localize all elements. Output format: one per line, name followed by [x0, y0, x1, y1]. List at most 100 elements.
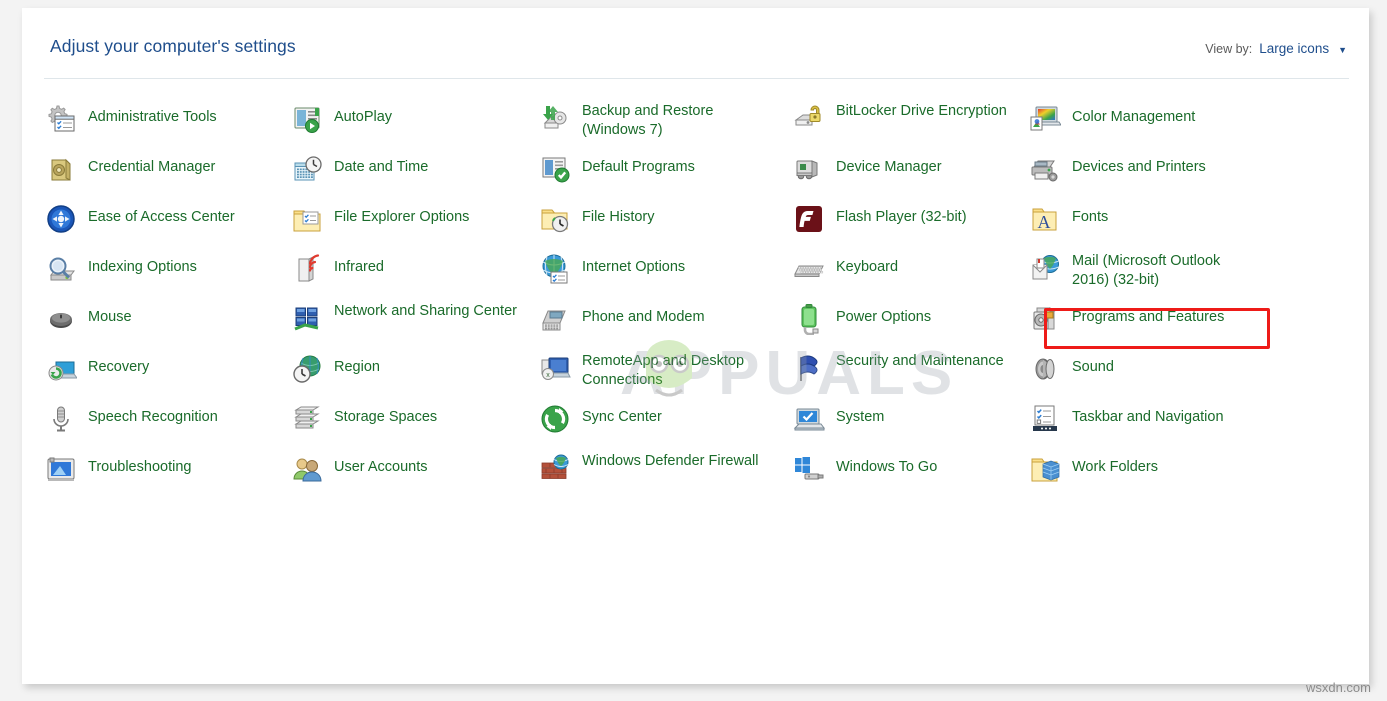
control-panel-item-label: Windows Defender Firewall [582, 452, 758, 471]
recovery-icon [44, 352, 78, 386]
page-title: Adjust your computer's settings [50, 36, 296, 57]
control-panel-item-label: Recovery [88, 352, 149, 377]
control-panel-item[interactable]: Programs and Features [1028, 300, 1308, 350]
control-panel-item-label: Backup and Restore (Windows 7) [582, 102, 767, 140]
control-panel-item[interactable]: Taskbar and Navigation [1028, 400, 1308, 450]
microphone-icon [44, 402, 78, 436]
storage-spaces-icon [290, 402, 324, 436]
control-panel-item-label: File Explorer Options [334, 202, 469, 227]
control-panel-item[interactable]: Indexing Options [44, 250, 290, 300]
control-panel-item[interactable]: Devices and Printers [1028, 150, 1308, 200]
site-watermark: wsxdn.com [1306, 680, 1371, 695]
flash-player-icon [792, 202, 826, 236]
control-panel-item[interactable]: Region [290, 350, 538, 400]
view-by-value[interactable]: Large icons [1259, 41, 1329, 56]
control-panel-item[interactable]: File Explorer Options [290, 200, 538, 250]
color-management-icon [1028, 102, 1062, 136]
credential-manager-icon [44, 152, 78, 186]
svg-text:A: A [1038, 212, 1051, 232]
date-and-time-icon [290, 152, 324, 186]
control-panel-item[interactable]: Default Programs [538, 150, 792, 200]
control-panel-item-label: Storage Spaces [334, 402, 437, 427]
control-panel-item-label: Power Options [836, 302, 931, 327]
control-panel-item[interactable]: Troubleshooting [44, 450, 290, 500]
control-panel-item-label: Phone and Modem [582, 302, 705, 327]
keyboard-icon [792, 252, 826, 286]
control-panel-item[interactable]: Sync Center [538, 400, 792, 450]
indexing-options-icon [44, 252, 78, 286]
control-panel-item[interactable]: Work Folders [1028, 450, 1308, 500]
control-panel-item[interactable]: Mouse [44, 300, 290, 350]
control-panel-item[interactable]: System [792, 400, 1028, 450]
control-panel-item[interactable]: Power Options [792, 300, 1028, 350]
control-panel-item[interactable]: Device Manager [792, 150, 1028, 200]
control-panel-item[interactable]: Mail (Microsoft Outlook 2016) (32-bit) [1028, 250, 1308, 300]
control-panel-item[interactable]: Windows Defender Firewall [538, 450, 792, 500]
control-panel-item[interactable]: Phone and Modem [538, 300, 792, 350]
control-panel-item-label: Network and Sharing Center [334, 302, 517, 321]
control-panel-item[interactable]: Administrative Tools [44, 100, 290, 150]
control-panel-item[interactable]: Color Management [1028, 100, 1308, 150]
sync-center-icon [538, 402, 572, 436]
troubleshooting-icon [44, 452, 78, 486]
control-panel-item[interactable]: Recovery [44, 350, 290, 400]
control-panel-item[interactable]: Credential Manager [44, 150, 290, 200]
control-panel-item[interactable]: Security and Maintenance [792, 350, 1028, 400]
control-panel-item-label: Troubleshooting [88, 452, 191, 477]
control-panel-item[interactable]: Windows To Go [792, 450, 1028, 500]
control-panel-item-label: User Accounts [334, 452, 428, 477]
control-panel-item[interactable]: AutoPlay [290, 100, 538, 150]
control-panel-item-label: RemoteApp and Desktop Connections [582, 352, 767, 390]
firewall-icon [538, 452, 572, 486]
taskbar-navigation-icon [1028, 402, 1062, 436]
control-panel-item-label: Sync Center [582, 402, 662, 427]
control-panel-item[interactable]: Network and Sharing Center [290, 300, 538, 350]
control-panel-item-label: Speech Recognition [88, 402, 218, 427]
internet-options-icon [538, 252, 572, 286]
view-by-control[interactable]: View by: Large icons ▼ [1205, 41, 1347, 56]
control-panel-item[interactable]: Storage Spaces [290, 400, 538, 450]
infrared-icon [290, 252, 324, 286]
view-by-label: View by: [1205, 42, 1252, 56]
control-panel-item-label: Security and Maintenance [836, 352, 1004, 371]
control-panel-item[interactable]: x RemoteApp and Desktop Connections [538, 350, 792, 400]
control-panel-item[interactable]: User Accounts [290, 450, 538, 500]
control-panel-item[interactable]: Infrared [290, 250, 538, 300]
control-panel-item-label: Region [334, 352, 380, 377]
control-panel-item[interactable]: File History [538, 200, 792, 250]
system-icon [792, 402, 826, 436]
windows-to-go-icon [792, 452, 826, 486]
control-panel-item[interactable]: AFonts [1028, 200, 1308, 250]
phone-modem-icon [538, 302, 572, 336]
control-panel-item-label: Flash Player (32-bit) [836, 202, 967, 227]
control-panel-item-label: Devices and Printers [1072, 152, 1206, 177]
control-panel-item[interactable]: Date and Time [290, 150, 538, 200]
svg-text:x: x [546, 372, 550, 379]
control-panel-item[interactable]: Speech Recognition [44, 400, 290, 450]
bitlocker-icon [792, 102, 826, 136]
autoplay-icon [290, 102, 324, 136]
control-panel-item[interactable]: BitLocker Drive Encryption [792, 100, 1028, 150]
chevron-down-icon[interactable]: ▼ [1338, 45, 1347, 55]
control-panel-item-label: Programs and Features [1072, 302, 1224, 327]
control-panel-item[interactable]: Keyboard [792, 250, 1028, 300]
backup-restore-icon [538, 102, 572, 136]
file-history-icon [538, 202, 572, 236]
control-panel-item-label: Mail (Microsoft Outlook 2016) (32-bit) [1072, 252, 1257, 290]
control-panel-item-label: Infrared [334, 252, 384, 277]
control-panel-item[interactable]: Ease of Access Center [44, 200, 290, 250]
control-panel-item-label: System [836, 402, 884, 427]
control-panel-item[interactable]: Flash Player (32-bit) [792, 200, 1028, 250]
control-panel-item-label: Device Manager [836, 152, 942, 177]
control-panel-item-label: Ease of Access Center [88, 202, 235, 227]
control-panel-panel: Adjust your computer's settings View by:… [22, 8, 1369, 684]
default-programs-icon [538, 152, 572, 186]
control-panel-item[interactable]: Sound [1028, 350, 1308, 400]
control-panel-item-label: Taskbar and Navigation [1072, 402, 1224, 427]
network-sharing-icon [290, 302, 324, 336]
administrative-tools-icon [44, 102, 78, 136]
sound-icon [1028, 352, 1062, 386]
control-panel-item[interactable]: Backup and Restore (Windows 7) [538, 100, 792, 150]
control-panel-item-label: Work Folders [1072, 452, 1158, 477]
control-panel-item[interactable]: Internet Options [538, 250, 792, 300]
